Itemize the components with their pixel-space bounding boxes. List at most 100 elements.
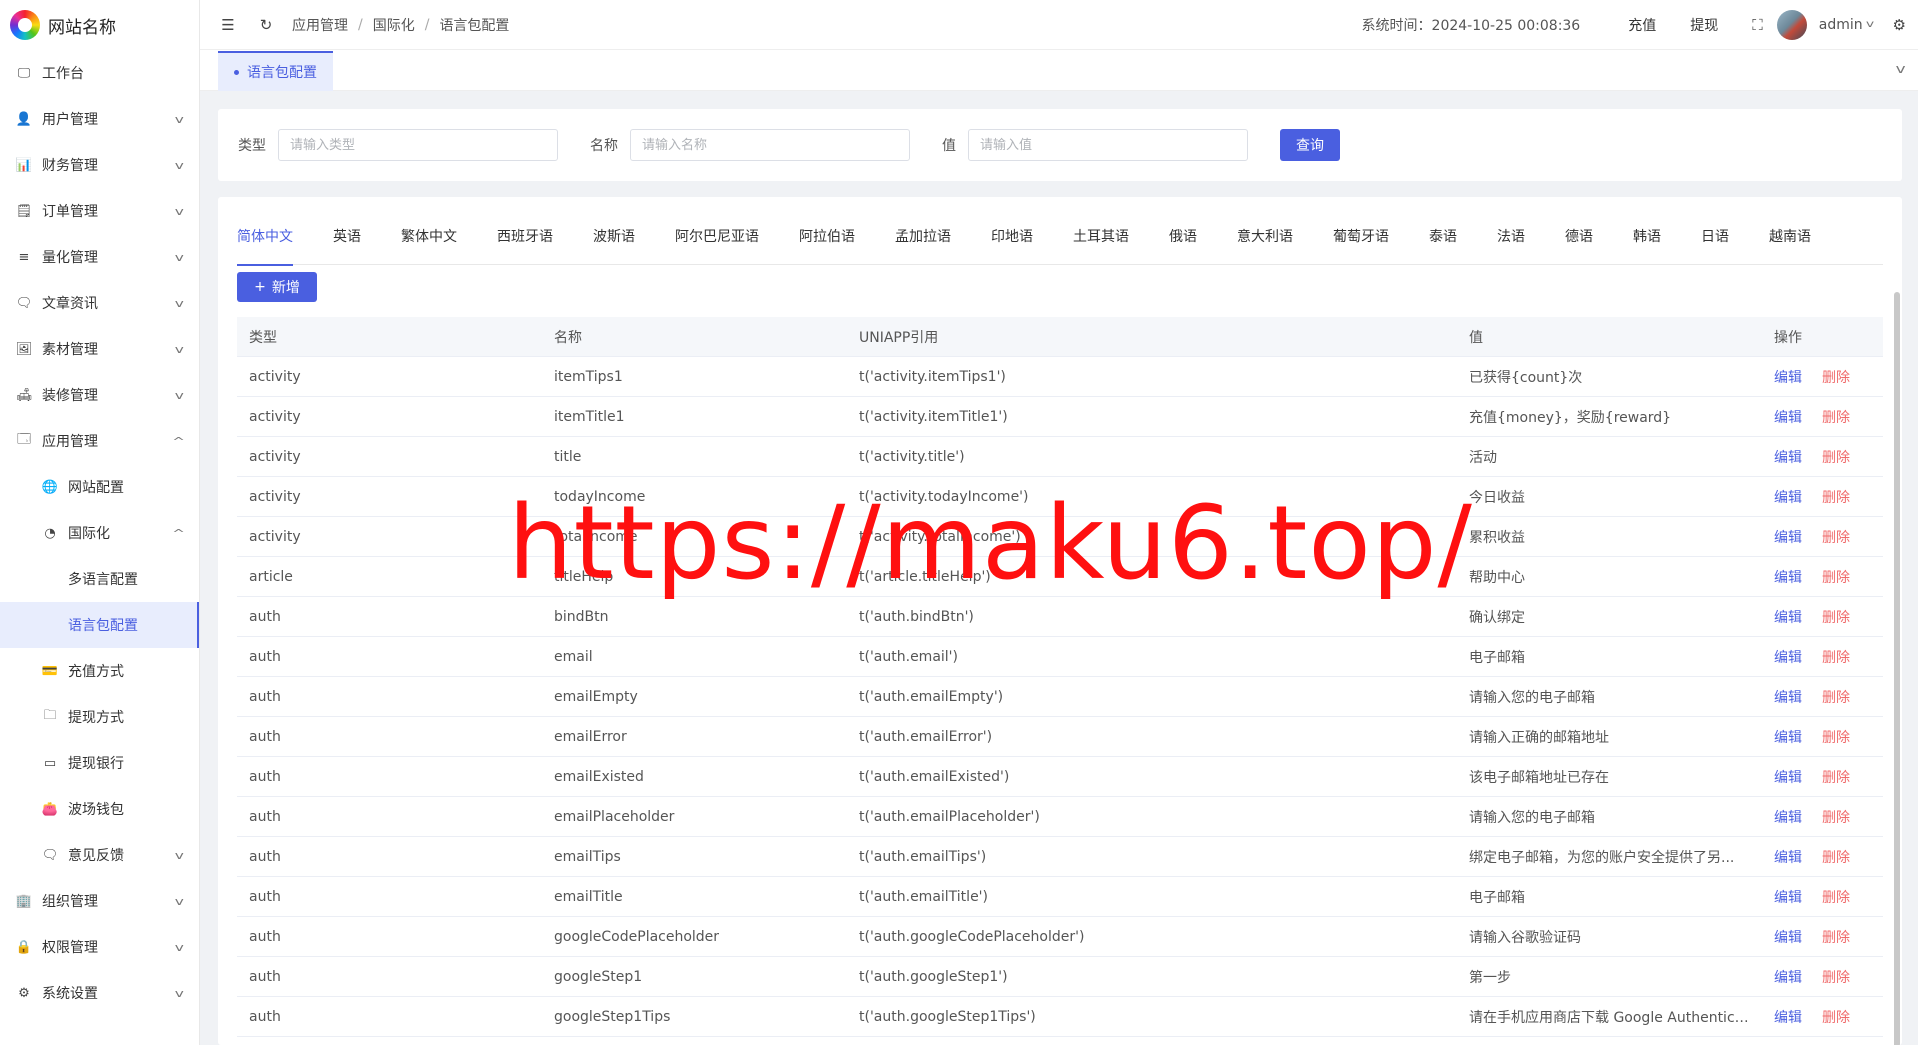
language-tab[interactable]: 越南语 bbox=[1769, 225, 1811, 265]
edit-button[interactable]: 编辑 bbox=[1774, 767, 1802, 787]
query-button[interactable]: 查询 bbox=[1280, 129, 1340, 161]
edit-button[interactable]: 编辑 bbox=[1774, 487, 1802, 507]
refresh-icon[interactable]: ↻ bbox=[258, 16, 274, 34]
sidebar-item[interactable]: 🏢 组织管理 v bbox=[0, 878, 199, 924]
delete-button[interactable]: 删除 bbox=[1822, 807, 1850, 827]
value-input[interactable] bbox=[968, 129, 1248, 161]
sidebar-item[interactable]: 👤 用户管理 v bbox=[0, 96, 199, 142]
withdraw-button[interactable]: 提现 bbox=[1690, 15, 1718, 35]
sidebar-item[interactable]: 🗔 应用管理 ^ bbox=[0, 418, 199, 464]
delete-button[interactable]: 删除 bbox=[1822, 447, 1850, 467]
menu-fold-icon[interactable]: ☰ bbox=[220, 16, 236, 34]
language-tab[interactable]: 孟加拉语 bbox=[895, 225, 951, 265]
language-tab[interactable]: 日语 bbox=[1701, 225, 1729, 265]
language-pack-table: 类型 名称 UNIAPP引用 值 操作 activity itemTips1 t('… bbox=[237, 317, 1883, 1037]
edit-button[interactable]: 编辑 bbox=[1774, 407, 1802, 427]
language-tab[interactable]: 德语 bbox=[1565, 225, 1593, 265]
type-input[interactable] bbox=[278, 129, 558, 161]
edit-button[interactable]: 编辑 bbox=[1774, 447, 1802, 467]
language-tab[interactable]: 土耳其语 bbox=[1073, 225, 1129, 265]
edit-button[interactable]: 编辑 bbox=[1774, 887, 1802, 907]
delete-button[interactable]: 删除 bbox=[1822, 967, 1850, 987]
user-name[interactable]: admin bbox=[1819, 17, 1863, 33]
delete-button[interactable]: 删除 bbox=[1822, 847, 1850, 867]
sidebar-item[interactable]: ◔ 国际化 ^ bbox=[0, 510, 199, 556]
edit-button[interactable]: 编辑 bbox=[1774, 607, 1802, 627]
edit-button[interactable]: 编辑 bbox=[1774, 1007, 1802, 1027]
delete-button[interactable]: 删除 bbox=[1822, 1007, 1850, 1027]
delete-button[interactable]: 删除 bbox=[1822, 727, 1850, 747]
language-tab[interactable]: 西班牙语 bbox=[497, 225, 553, 265]
settings-gear-icon[interactable]: ⚙ bbox=[1893, 16, 1906, 34]
edit-button[interactable]: 编辑 bbox=[1774, 807, 1802, 827]
edit-button[interactable]: 编辑 bbox=[1774, 847, 1802, 867]
language-tab[interactable]: 葡萄牙语 bbox=[1333, 225, 1389, 265]
delete-button[interactable]: 删除 bbox=[1822, 607, 1850, 627]
edit-button[interactable]: 编辑 bbox=[1774, 647, 1802, 667]
cell-uniapp: t('auth.emailTitle') bbox=[859, 888, 988, 905]
language-tab[interactable]: 意大利语 bbox=[1237, 225, 1293, 265]
delete-button[interactable]: 删除 bbox=[1822, 407, 1850, 427]
cell-operation: 编辑 删除 bbox=[1762, 727, 1883, 747]
language-tab[interactable]: 韩语 bbox=[1633, 225, 1661, 265]
logo[interactable]: 网站名称 bbox=[0, 0, 199, 50]
sidebar-menu: 🖵 工作台 👤 用户管理 v 📊 财务管理 v 🗒 订单管理 v ≡ 量化管理 v 🗨 文章资讯 v 🖼 素材管理 v… bbox=[0, 50, 199, 1016]
delete-button[interactable]: 删除 bbox=[1822, 687, 1850, 707]
chevron-down-icon[interactable]: v bbox=[1895, 62, 1905, 76]
sidebar-item[interactable]: 语言包配置 bbox=[0, 602, 199, 648]
avatar[interactable] bbox=[1776, 9, 1807, 40]
edit-button[interactable]: 编辑 bbox=[1774, 967, 1802, 987]
sidebar-item[interactable]: 🗨 文章资讯 v bbox=[0, 280, 199, 326]
sidebar-item[interactable]: 📊 财务管理 v bbox=[0, 142, 199, 188]
language-tab[interactable]: 繁体中文 bbox=[401, 225, 457, 265]
language-tab[interactable]: 阿拉伯语 bbox=[799, 225, 855, 265]
sidebar-item[interactable]: ▭ 提现银行 bbox=[0, 740, 199, 786]
breadcrumb-item[interactable]: 应用管理 bbox=[292, 15, 348, 35]
sidebar-item[interactable]: 🗀 提现方式 bbox=[0, 694, 199, 740]
edit-button[interactable]: 编辑 bbox=[1774, 727, 1802, 747]
site-name: 网站名称 bbox=[48, 17, 116, 38]
fullscreen-icon[interactable]: ⛶ bbox=[1752, 16, 1763, 34]
sidebar-item[interactable]: 🌐 网站配置 bbox=[0, 464, 199, 510]
sidebar-item[interactable]: 🔒 权限管理 v bbox=[0, 924, 199, 970]
edit-button[interactable]: 编辑 bbox=[1774, 927, 1802, 947]
edit-button[interactable]: 编辑 bbox=[1774, 367, 1802, 387]
delete-button[interactable]: 删除 bbox=[1822, 487, 1850, 507]
language-tab[interactable]: 波斯语 bbox=[593, 225, 635, 265]
language-tab[interactable]: 俄语 bbox=[1169, 225, 1197, 265]
name-input[interactable] bbox=[630, 129, 910, 161]
sidebar-item[interactable]: 🖵 工作台 bbox=[0, 50, 199, 96]
sidebar-item[interactable]: ⚙ 系统设置 v bbox=[0, 970, 199, 1016]
add-button[interactable]: + 新增 bbox=[237, 272, 317, 302]
chevron-down-icon[interactable]: v bbox=[1865, 19, 1873, 30]
edit-button[interactable]: 编辑 bbox=[1774, 527, 1802, 547]
language-tab[interactable]: 泰语 bbox=[1429, 225, 1457, 265]
sidebar-item[interactable]: 多语言配置 bbox=[0, 556, 199, 602]
scrollbar[interactable] bbox=[1894, 292, 1900, 1045]
sidebar-item[interactable]: 🛋 装修管理 v bbox=[0, 372, 199, 418]
language-tab[interactable]: 印地语 bbox=[991, 225, 1033, 265]
sidebar-item[interactable]: 🗒 订单管理 v bbox=[0, 188, 199, 234]
tab-language-pack[interactable]: 语言包配置 bbox=[218, 51, 333, 91]
delete-button[interactable]: 删除 bbox=[1822, 367, 1850, 387]
language-tab[interactable]: 英语 bbox=[333, 225, 361, 265]
language-tab[interactable]: 阿尔巴尼亚语 bbox=[675, 225, 759, 265]
edit-button[interactable]: 编辑 bbox=[1774, 567, 1802, 587]
language-tab[interactable]: 法语 bbox=[1497, 225, 1525, 265]
sidebar-item[interactable]: 👛 波场钱包 bbox=[0, 786, 199, 832]
delete-button[interactable]: 删除 bbox=[1822, 767, 1850, 787]
language-tab[interactable]: 简体中文 bbox=[237, 225, 293, 266]
breadcrumb: 应用管理 / 国际化 / 语言包配置 bbox=[292, 15, 510, 35]
sidebar-item[interactable]: 🗨 意见反馈 v bbox=[0, 832, 199, 878]
edit-button[interactable]: 编辑 bbox=[1774, 687, 1802, 707]
delete-button[interactable]: 删除 bbox=[1822, 887, 1850, 907]
recharge-button[interactable]: 充值 bbox=[1628, 15, 1656, 35]
delete-button[interactable]: 删除 bbox=[1822, 567, 1850, 587]
breadcrumb-item[interactable]: 国际化 bbox=[373, 15, 415, 35]
sidebar-item[interactable]: ≡ 量化管理 v bbox=[0, 234, 199, 280]
sidebar-item[interactable]: 🖼 素材管理 v bbox=[0, 326, 199, 372]
delete-button[interactable]: 删除 bbox=[1822, 527, 1850, 547]
delete-button[interactable]: 删除 bbox=[1822, 647, 1850, 667]
delete-button[interactable]: 删除 bbox=[1822, 927, 1850, 947]
sidebar-item[interactable]: 💳 充值方式 bbox=[0, 648, 199, 694]
